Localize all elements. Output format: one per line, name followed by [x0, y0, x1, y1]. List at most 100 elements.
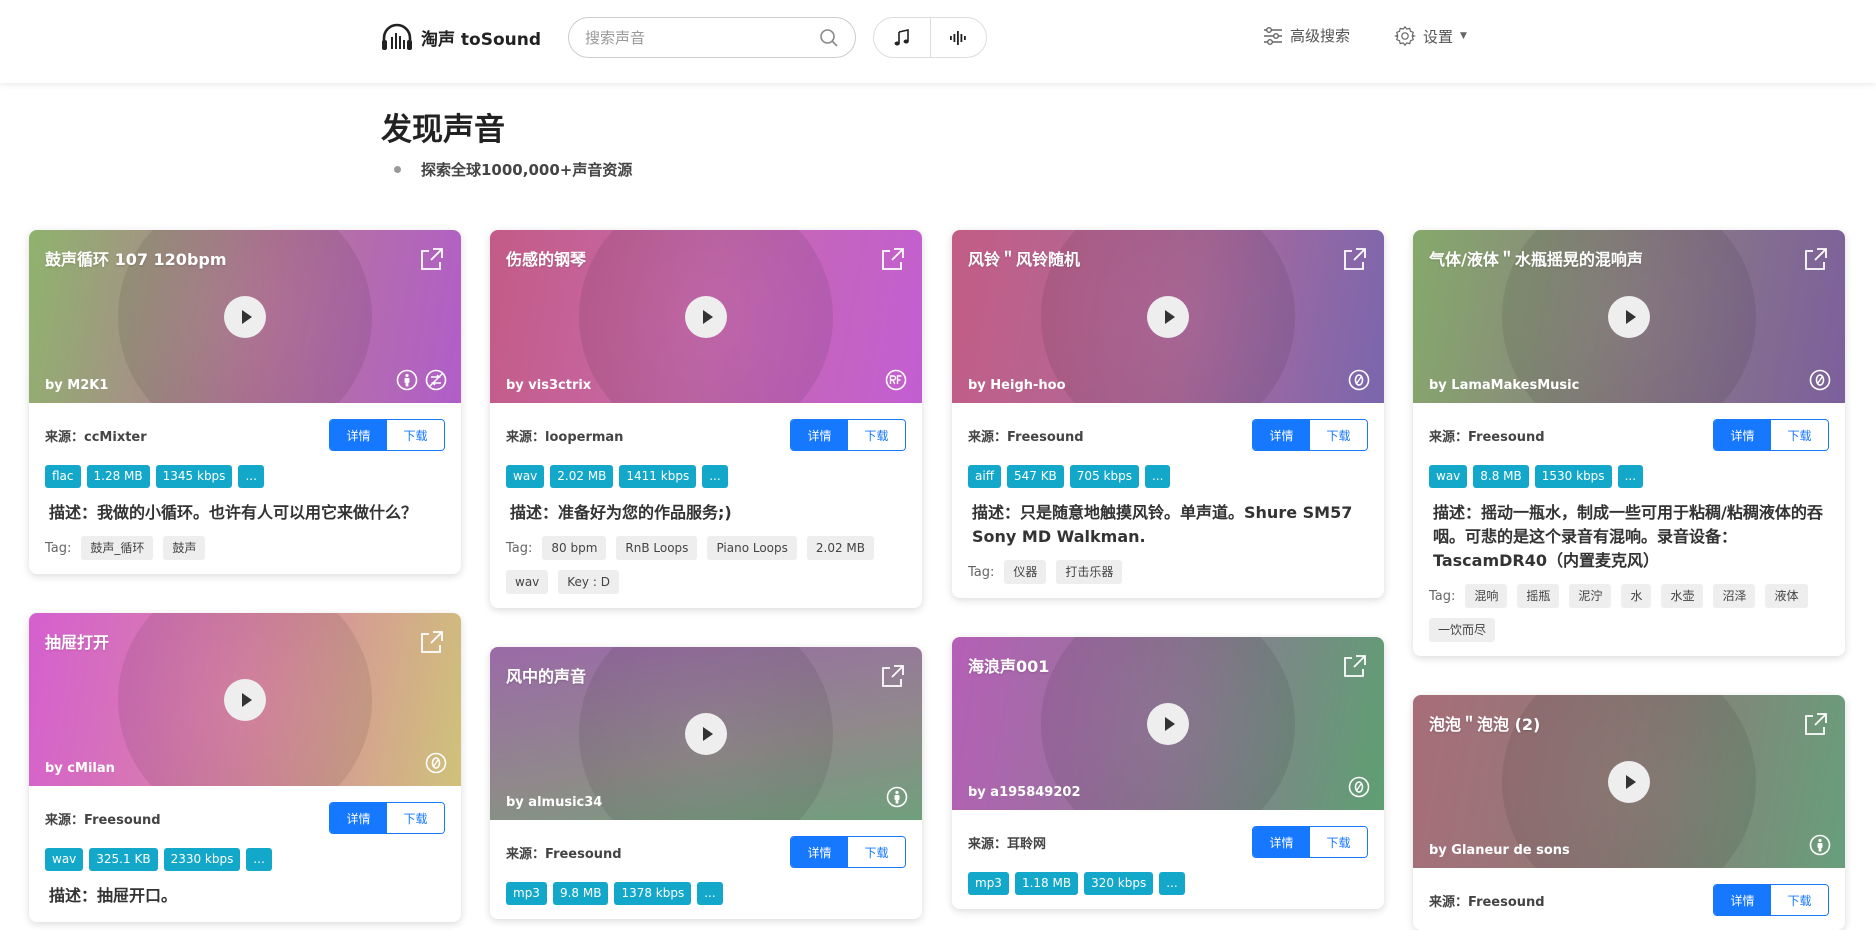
external-link-icon[interactable] — [880, 246, 906, 276]
tag-list: Tag: 鼓声_循环 鼓声 — [45, 536, 445, 560]
tag-chip[interactable]: Piano Loops — [707, 536, 797, 560]
tag-chip[interactable]: 打击乐器 — [1056, 560, 1123, 584]
detail-button[interactable]: 详情 — [791, 420, 848, 450]
music-note-icon — [894, 28, 909, 45]
tag-chip[interactable]: 沼泽 — [1713, 584, 1756, 608]
tag-chip[interactable]: 水 — [1621, 584, 1652, 608]
external-link-icon[interactable] — [1342, 653, 1368, 683]
download-button[interactable]: 下载 — [1771, 885, 1828, 915]
play-button[interactable] — [1608, 295, 1650, 338]
page-title: 发现声音 — [381, 112, 505, 148]
play-button[interactable] — [224, 678, 266, 721]
card-author: by Heigh-hoo — [968, 378, 1066, 393]
tag-chip[interactable]: 80 bpm — [542, 536, 607, 560]
card-body: 来源：Freesound 详情 下载 aiff 547 KB 705 kbps... 描述：… — [952, 403, 1384, 598]
source-prefix: 来源： — [1429, 429, 1469, 445]
external-link-icon[interactable] — [880, 663, 906, 693]
card-source: 来源：ccMixter — [45, 426, 147, 445]
zero-icon — [1348, 369, 1370, 395]
rf-icon — [884, 369, 908, 395]
card-source: 来源：Freesound — [1429, 426, 1545, 445]
format-badges: wav 325.1 KB 2330 kbps... — [45, 848, 445, 871]
sliders-icon — [1264, 26, 1282, 45]
card-actions: 详情 下载 — [1713, 419, 1829, 451]
settings-menu[interactable]: 设置 ▼ — [1394, 25, 1467, 47]
search-box[interactable] — [568, 17, 856, 58]
external-link-icon[interactable] — [1803, 246, 1829, 276]
tag-chip[interactable]: 一饮而尽 — [1429, 618, 1496, 642]
source-prefix: 来源： — [506, 429, 546, 445]
card-body: 来源：Freesound 详情 下载 mp3 9.8 MB 1378 kbps... — [490, 820, 922, 919]
tag-prefix: Tag: — [1429, 588, 1456, 604]
download-button[interactable]: 下载 — [387, 420, 444, 450]
external-link-icon[interactable] — [419, 246, 445, 276]
format-badges: flac 1.28 MB 1345 kbps... — [45, 465, 445, 488]
download-button[interactable]: 下载 — [1310, 827, 1367, 857]
tag-chip[interactable]: 混响 — [1465, 584, 1508, 608]
more-badge[interactable]: ... — [1617, 465, 1644, 488]
play-button[interactable] — [685, 712, 727, 755]
tag-chip[interactable]: 液体 — [1765, 584, 1808, 608]
sound-wave-mode-button[interactable] — [929, 18, 987, 57]
play-button[interactable] — [1147, 702, 1189, 745]
download-button[interactable]: 下载 — [1310, 420, 1367, 450]
card-source: 来源：耳聆网 — [968, 833, 1046, 852]
brand-logo[interactable]: 淘声 toSound — [381, 22, 541, 52]
detail-button[interactable]: 详情 — [1714, 420, 1771, 450]
play-button[interactable] — [224, 295, 266, 338]
source-name: looperman — [545, 429, 624, 445]
advanced-search-label: 高级搜索 — [1290, 27, 1351, 45]
external-link-icon[interactable] — [1342, 246, 1368, 276]
detail-button[interactable]: 详情 — [1714, 885, 1771, 915]
more-badge[interactable]: ... — [1159, 872, 1185, 895]
detail-button[interactable]: 详情 — [330, 420, 387, 450]
tag-chip[interactable]: 摇瓶 — [1517, 584, 1560, 608]
more-badge[interactable]: ... — [1144, 465, 1171, 488]
source-name: Freesound — [1468, 429, 1545, 445]
music-mode-button[interactable] — [874, 18, 930, 57]
source-name: 耳聆网 — [1007, 836, 1047, 852]
more-badge[interactable]: ... — [697, 882, 723, 905]
tag-chip[interactable]: 2.02 MB — [806, 536, 875, 560]
card-author: by LamaMakesMusic — [1429, 378, 1580, 393]
download-button[interactable]: 下载 — [1771, 420, 1828, 450]
download-button[interactable]: 下载 — [848, 420, 905, 450]
license-icons — [1348, 369, 1370, 395]
format-badges: wav 8.8 MB 1530 kbps... — [1429, 465, 1829, 488]
bitrate-badge: 2330 kbps — [163, 848, 241, 871]
download-button[interactable]: 下载 — [848, 837, 905, 867]
subtitle-text: 探索全球1000,000+声音资源 — [421, 161, 633, 179]
detail-button[interactable]: 详情 — [1253, 827, 1310, 857]
card-title: 气体/液体＂水瓶摇晃的混响声 — [1429, 250, 1643, 269]
search-input[interactable] — [585, 28, 805, 47]
more-badge[interactable]: ... — [238, 465, 264, 488]
tag-chip[interactable]: 泥泞 — [1569, 584, 1612, 608]
tag-chip[interactable]: 水壶 — [1661, 584, 1704, 608]
card-cover: 泡泡＂泡泡 (2) by Glaneur de sons — [1413, 695, 1845, 868]
tag-chip[interactable]: RnB Loops — [616, 536, 698, 560]
card-description: 描述：摇动一瓶水，制成一些可用于粘稠/粘稠液体的吞咽。可悲的是这个录音有混响。录… — [1429, 501, 1829, 573]
more-badge[interactable]: ... — [702, 465, 728, 488]
tag-chip[interactable]: Key : D — [558, 570, 619, 594]
description-prefix: 描述： — [972, 503, 1021, 522]
play-button[interactable] — [1608, 760, 1650, 803]
search-icon[interactable] — [819, 28, 839, 48]
play-button[interactable] — [685, 295, 727, 338]
detail-button[interactable]: 详情 — [791, 837, 848, 867]
detail-button[interactable]: 详情 — [1253, 420, 1310, 450]
card-cover: 鼓声循环 107 120bpm by M2K1 — [29, 230, 461, 403]
card-cover: 抽屉打开 by cMilan — [29, 613, 461, 786]
advanced-search-link[interactable]: 高级搜索 — [1263, 25, 1350, 46]
tag-chip[interactable]: 仪器 — [1004, 560, 1047, 584]
download-button[interactable]: 下载 — [387, 803, 444, 833]
external-link-icon[interactable] — [419, 629, 445, 659]
detail-button[interactable]: 详情 — [330, 803, 387, 833]
external-link-icon[interactable] — [1803, 711, 1829, 741]
tag-chip[interactable]: wav — [506, 570, 549, 594]
source-row: 来源：Freesound 详情 下载 — [1429, 884, 1829, 916]
play-button[interactable] — [1147, 295, 1189, 338]
tag-prefix: Tag: — [45, 540, 72, 556]
more-badge[interactable]: ... — [246, 848, 272, 871]
tag-chip[interactable]: 鼓声 — [163, 536, 206, 560]
tag-chip[interactable]: 鼓声_循环 — [81, 536, 154, 560]
